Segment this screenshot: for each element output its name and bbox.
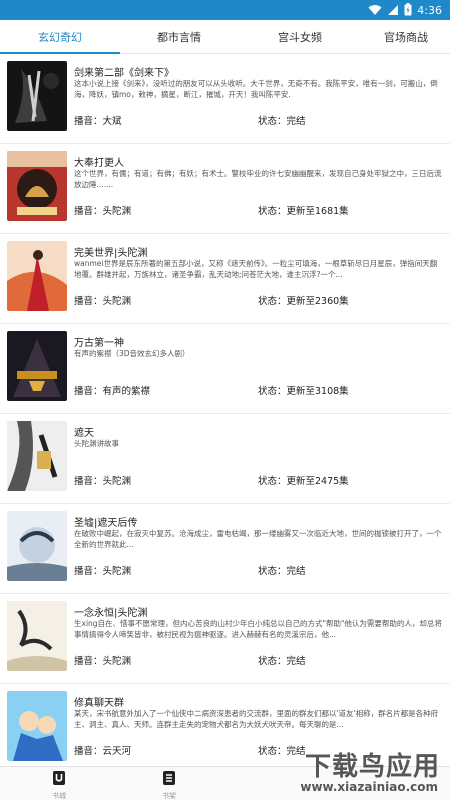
book-status: 状态：更新至2360集 <box>258 296 349 307</box>
nav-bookshelf[interactable]: 书架 <box>144 770 194 800</box>
book-description: 生xing自在、惜事不愿常理，但内心苦良的山村少年白小纯总以自己的方式"帮助"他… <box>74 619 442 639</box>
book-description: 头陀渊讲故事 <box>74 439 119 448</box>
watermark-url: www.xiazainiao.com <box>300 780 438 794</box>
book-title: 大奉打更人 <box>74 158 124 169</box>
clock: 4:36 <box>417 3 442 17</box>
book-narrator: 播音：头陀渊 <box>74 296 132 307</box>
tab-palace[interactable]: 宫斗女频 <box>238 20 362 53</box>
watermark-title: 下载鸟应用 <box>304 752 440 782</box>
tab-fantasy[interactable]: 玄幻奇幻 <box>0 20 120 53</box>
book-cover <box>7 331 67 401</box>
book-title: 完美世界|头陀渊 <box>74 248 148 259</box>
book-title: 剑来第二部《剑来下》 <box>74 68 174 79</box>
nav-bookstore-label: 书城 <box>52 792 66 800</box>
book-status: 状态：完结 <box>258 566 306 577</box>
book-status: 状态：更新至3108集 <box>258 386 349 397</box>
book-status: 状态：更新至1681集 <box>258 206 349 217</box>
book-description: 这本小说上接《剑来》，没听过的朋友可以从头收听。大千世界，无奇不有。我陈平安，唯… <box>74 79 438 99</box>
book-narrator: 播音：头陀渊 <box>74 206 132 217</box>
book-description: 这个世界，有儒；有道；有佛；有妖；有术士。警校毕业的许七安幽幽醒来，发现自己身处… <box>74 169 442 189</box>
book-description: wanmei世界是辰东所著的第五部小说，又称《遮天前传》。一粒尘可填海，一根草斩… <box>74 259 438 279</box>
book-description: 某天，宋书航意外加入了一个仙侠中二病资深患者的交流群，里面的群友们都以'道友'相… <box>74 709 439 729</box>
list-item[interactable]: 大奉打更人 这个世界，有儒；有道；有佛；有妖；有术士。警校毕业的许七安幽幽醒来，… <box>0 144 450 234</box>
category-tabs: 玄幻奇幻 都市言情 宫斗女频 官场商战 <box>0 20 450 54</box>
book-cover <box>7 241 67 311</box>
list-item[interactable]: 遮天 头陀渊讲故事 播音：头陀渊 状态：更新至2475集 <box>0 414 450 504</box>
book-cover <box>7 691 67 761</box>
status-bar: 4:36 <box>0 0 450 20</box>
book-narrator: 播音：头陀渊 <box>74 656 132 667</box>
tab-urban-romance[interactable]: 都市言情 <box>120 20 238 53</box>
book-narrator: 播音：头陀渊 <box>74 566 132 577</box>
wifi-icon <box>368 1 382 20</box>
book-status: 状态：完结 <box>258 656 306 667</box>
list-item[interactable]: 圣墟|遮天后传 在破败中崛起，在寂灭中复苏。沧海成尘，雷电枯竭，那一缕幽雾又一次… <box>0 504 450 594</box>
signal-icon <box>387 1 399 20</box>
book-status: 状态：更新至2475集 <box>258 476 349 487</box>
list-item[interactable]: 一念永恒|头陀渊 生xing自在、惜事不愿常理，但内心苦良的山村少年白小纯总以自… <box>0 594 450 684</box>
nav-bookshelf-label: 书架 <box>162 792 176 800</box>
book-title: 圣墟|遮天后传 <box>74 518 138 529</box>
book-narrator: 播音：头陀渊 <box>74 476 132 487</box>
book-cover <box>7 61 67 131</box>
book-title: 万古第一神 <box>74 338 124 349</box>
tab-officialdom[interactable]: 官场商战 <box>362 20 450 53</box>
book-cover <box>7 511 67 581</box>
list-item[interactable]: 完美世界|头陀渊 wanmei世界是辰东所著的第五部小说，又称《遮天前传》。一粒… <box>0 234 450 324</box>
book-title: 一念永恒|头陀渊 <box>74 608 148 619</box>
watermark: 下载鸟应用 www.xiazainiao.com <box>274 744 446 798</box>
book-cover <box>7 421 67 491</box>
nav-bookstore[interactable]: 书城 <box>34 770 84 800</box>
list-item[interactable]: 剑来第二部《剑来下》 这本小说上接《剑来》，没听过的朋友可以从头收听。大千世界，… <box>0 54 450 144</box>
book-title: 遮天 <box>74 428 94 439</box>
book-description: 在破败中崛起，在寂灭中复苏。沧海成尘，雷电枯竭，那一缕幽雾又一次临近大地，世间的… <box>74 529 442 549</box>
list-item[interactable]: 万古第一神 有声的紫襟（3D音效玄幻多人剧） 播音：有声的紫襟 状态：更新至31… <box>0 324 450 414</box>
bookshelf-icon <box>162 770 176 790</box>
book-description: 有声的紫襟（3D音效玄幻多人剧） <box>74 349 190 358</box>
book-status: 状态：完结 <box>258 116 306 127</box>
battery-icon <box>404 1 412 20</box>
book-cover <box>7 601 67 671</box>
book-narrator: 播音：云天河 <box>74 746 132 757</box>
book-list[interactable]: 剑来第二部《剑来下》 这本小说上接《剑来》，没听过的朋友可以从头收听。大千世界，… <box>0 54 450 766</box>
book-title: 修真聊天群 <box>74 698 124 709</box>
book-cover <box>7 151 67 221</box>
book-narrator: 播音：大斌 <box>74 116 122 127</box>
bookstore-icon <box>52 770 66 790</box>
book-narrator: 播音：有声的紫襟 <box>74 386 151 397</box>
